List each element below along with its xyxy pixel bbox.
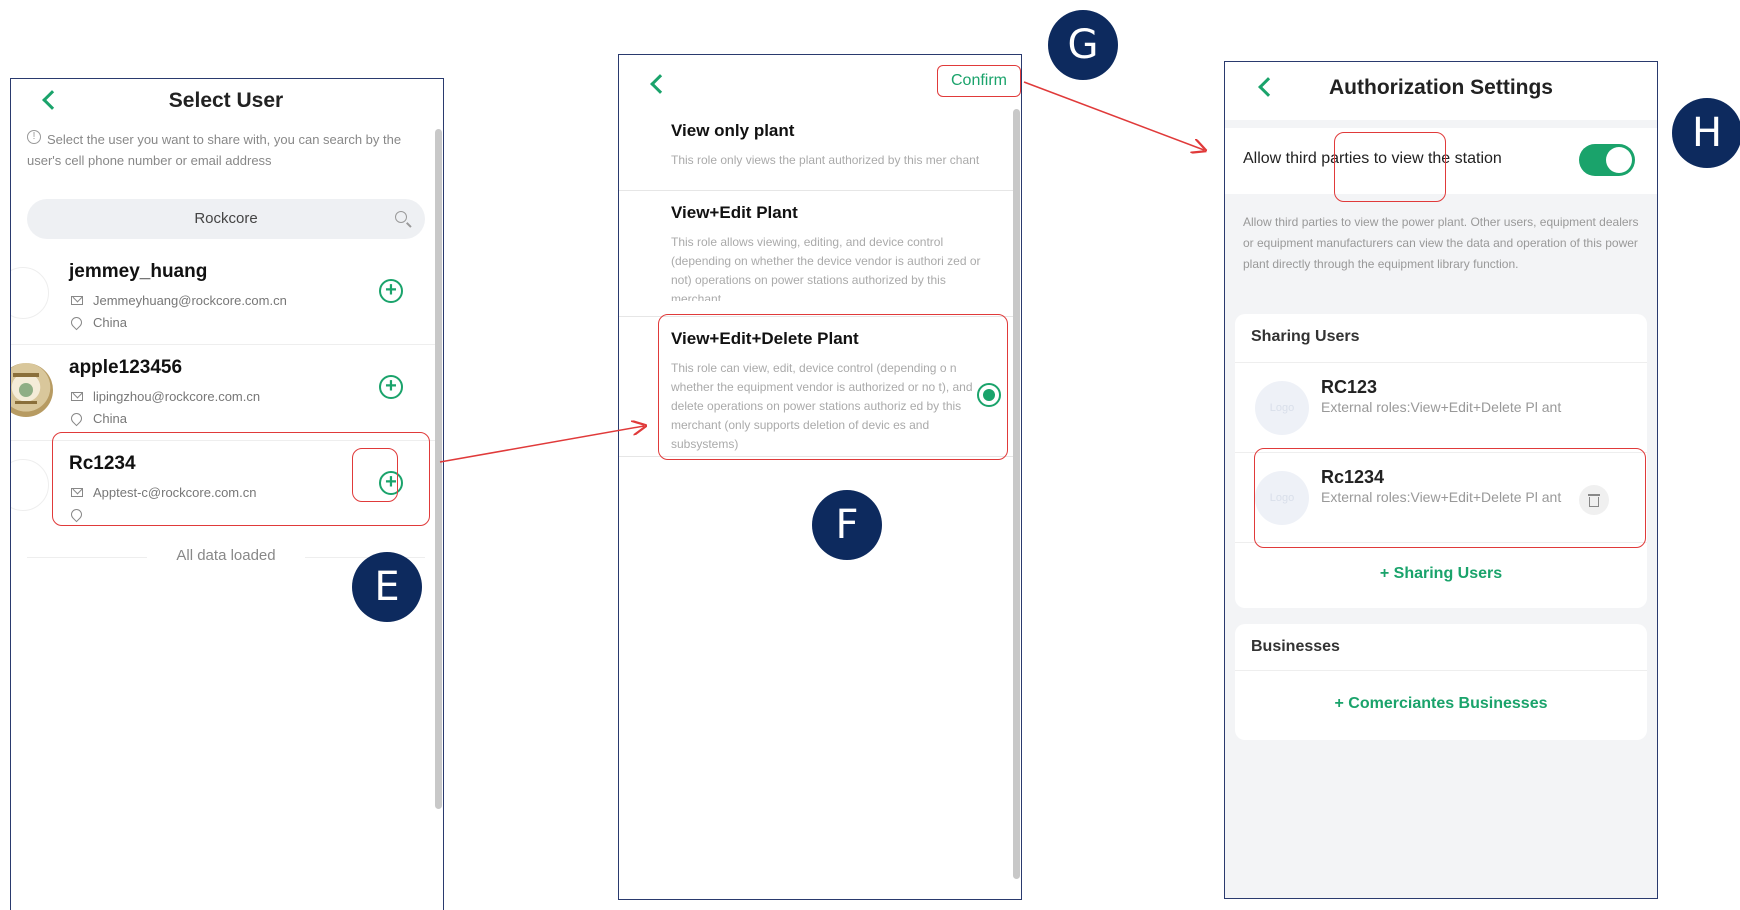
badge-h: H bbox=[1672, 98, 1740, 168]
arrow-g-to-h bbox=[1023, 81, 1204, 150]
badge-e: E bbox=[352, 552, 422, 622]
flow-arrows bbox=[439, 81, 1740, 463]
badge-f: F bbox=[812, 490, 882, 560]
badge-g: G bbox=[1048, 10, 1118, 80]
arrow-e-to-f bbox=[439, 426, 644, 463]
